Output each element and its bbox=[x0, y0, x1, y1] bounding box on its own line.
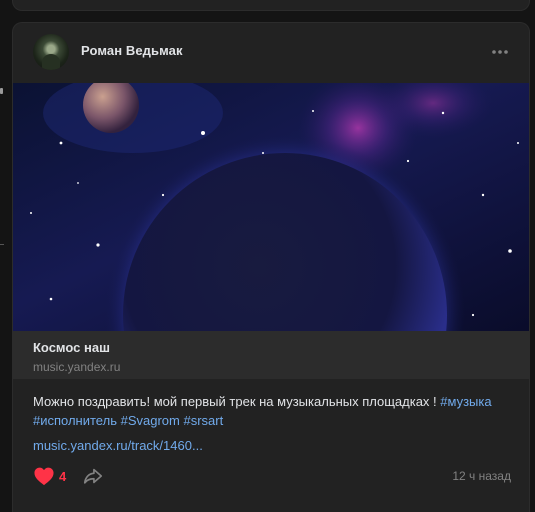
hashtag-link[interactable]: #srsart bbox=[183, 413, 223, 428]
post-time: 12 ч назад bbox=[452, 469, 511, 483]
like-count: 4 bbox=[59, 468, 67, 484]
snippet-info[interactable]: Космос наш music.yandex.ru bbox=[13, 331, 529, 379]
snippet-domain: music.yandex.ru bbox=[33, 360, 121, 374]
more-horizontal-icon[interactable] bbox=[491, 43, 509, 61]
heart-icon bbox=[34, 467, 54, 486]
previous-post-card bbox=[12, 0, 530, 11]
author-name[interactable]: Роман Ведьмак bbox=[81, 43, 183, 58]
hashtag-link[interactable]: #исполнитель bbox=[33, 413, 117, 428]
snippet-title[interactable]: Космос наш bbox=[33, 340, 110, 355]
hashtag-link[interactable]: #Svagrom bbox=[121, 413, 180, 428]
snippet-image[interactable] bbox=[13, 83, 529, 331]
link-snippet[interactable]: Космос наш music.yandex.ru bbox=[13, 83, 529, 379]
post-header: Роман Ведьмак bbox=[13, 23, 529, 83]
share-icon bbox=[83, 468, 103, 484]
track-link[interactable]: music.yandex.ru/track/1460... bbox=[33, 438, 203, 453]
feed-page: Роман Ведьмак Космос наш music.yandex.ru… bbox=[0, 0, 535, 512]
left-edge-divider bbox=[0, 244, 4, 245]
author-avatar[interactable] bbox=[33, 34, 69, 70]
post-footer: 4 12 ч назад bbox=[13, 463, 529, 493]
hashtag-link[interactable]: #музыка bbox=[440, 394, 491, 409]
like-button[interactable]: 4 bbox=[33, 465, 66, 487]
left-edge-marker bbox=[0, 88, 3, 94]
post-text: Можно поздравить! мой первый трек на муз… bbox=[33, 392, 513, 430]
share-button[interactable] bbox=[82, 465, 104, 487]
post-body-text: Можно поздравить! мой первый трек на муз… bbox=[33, 394, 441, 409]
post-card: Роман Ведьмак Космос наш music.yandex.ru… bbox=[12, 22, 530, 512]
